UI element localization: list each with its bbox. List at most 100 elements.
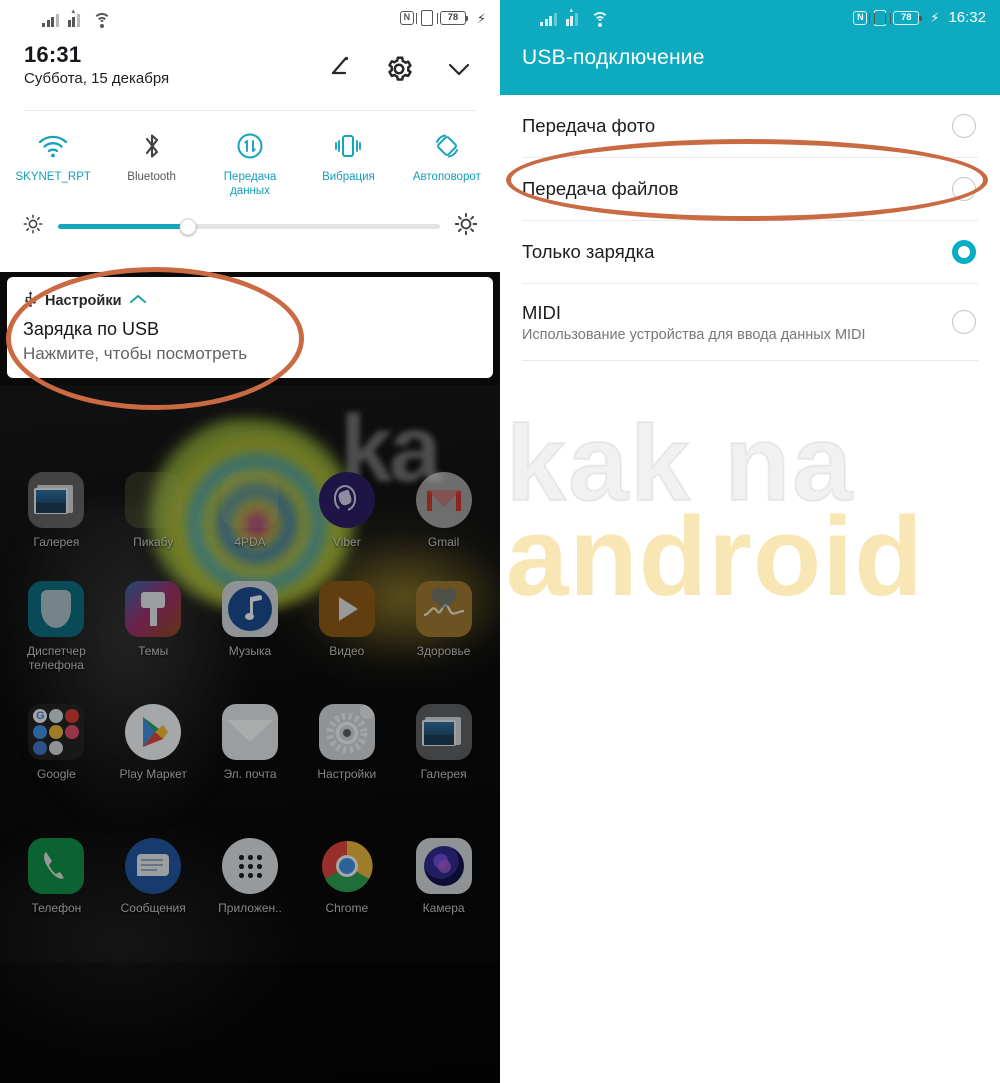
settings-gear-icon bbox=[318, 704, 375, 760]
left-phone-screen: ▴ N 78 ⚡ 16:31 Суббота, 15 декабря SKYNE… bbox=[0, 0, 500, 1083]
app-viber[interactable]: Viber bbox=[298, 472, 395, 549]
quick-tile-label: Вибрация bbox=[322, 171, 375, 183]
usb-option-photo-transfer[interactable]: Передача фото bbox=[500, 95, 1000, 157]
app-label: Телефон bbox=[31, 901, 82, 915]
brightness-slider[interactable] bbox=[58, 218, 440, 235]
chevron-down-icon[interactable] bbox=[444, 54, 474, 84]
wifi-icon bbox=[591, 12, 609, 27]
app-settings[interactable]: Настройки bbox=[298, 704, 395, 781]
app-health[interactable]: Здоровье bbox=[395, 581, 492, 672]
app-gmail[interactable]: Gmail bbox=[395, 472, 492, 549]
gmail-icon bbox=[415, 472, 472, 528]
right-phone-screen: ▴ N 78 ⚡ 16:32 USB-подключение Передача … bbox=[500, 0, 1000, 1083]
app-label: Диспетчер телефона bbox=[8, 644, 105, 672]
site-watermark: kak na android bbox=[500, 400, 1000, 650]
app-gallery-2[interactable]: Галерея bbox=[395, 704, 492, 781]
mobile-data-icon bbox=[201, 127, 299, 165]
app-label: Видео bbox=[329, 644, 365, 658]
quick-tile-label: Автоповорот bbox=[412, 171, 481, 183]
app-label: Gmail bbox=[427, 535, 460, 549]
quick-tile-auto-rotate[interactable]: Автоповорот bbox=[398, 127, 496, 198]
gear-icon[interactable] bbox=[384, 54, 414, 84]
app-music[interactable]: Музыка bbox=[202, 581, 299, 672]
vibrate-icon bbox=[869, 9, 892, 26]
wifi-icon bbox=[4, 127, 102, 165]
app-google-folder[interactable]: G Google bbox=[8, 704, 105, 781]
quick-tile-wifi[interactable]: SKYNET_RPT bbox=[4, 127, 102, 198]
notification-title: Зарядка по USB bbox=[23, 319, 159, 339]
vibrate-icon bbox=[415, 10, 438, 26]
option-texts: MIDI Использование устройства для ввода … bbox=[522, 302, 952, 343]
usb-option-charge-only[interactable]: Только зарядка bbox=[500, 221, 1000, 283]
bluetooth-icon bbox=[102, 127, 200, 165]
gallery-icon bbox=[415, 704, 472, 760]
app-gallery[interactable]: Галерея bbox=[8, 472, 105, 549]
app-phone[interactable]: Телефон bbox=[8, 838, 105, 915]
signal-bars-icon: ▴ bbox=[67, 8, 85, 27]
app-label: Галерея bbox=[33, 535, 80, 549]
app-label: Настройки bbox=[317, 767, 377, 781]
app-label-line1: Диспетчер bbox=[27, 644, 86, 658]
viber-icon bbox=[318, 472, 375, 528]
auto-rotate-icon bbox=[398, 127, 496, 165]
usb-charging-notification[interactable]: Настройки Зарядка по USB Нажмите, чтобы … bbox=[7, 277, 493, 378]
clock-date: Суббота, 15 декабря bbox=[24, 70, 170, 87]
app-email[interactable]: Эл. почта bbox=[202, 704, 299, 781]
app-phone-manager[interactable]: Диспетчер телефона bbox=[8, 581, 105, 672]
brightness-high-icon bbox=[454, 212, 478, 241]
radio-button[interactable] bbox=[952, 310, 976, 334]
shade-header: 16:31 Суббота, 15 декабря bbox=[0, 40, 500, 104]
app-row: Диспетчер телефона Темы Музыка Видео Здо… bbox=[0, 549, 500, 672]
quick-tile-vibration[interactable]: Вибрация bbox=[299, 127, 397, 198]
app-play-store[interactable]: Play Маркет bbox=[105, 704, 202, 781]
radio-button[interactable] bbox=[952, 114, 976, 138]
status-bar-left-icons: ▴ bbox=[514, 7, 609, 27]
dock-background bbox=[0, 963, 500, 1083]
fourpda-icon bbox=[221, 472, 278, 528]
app-label: Эл. почта bbox=[223, 767, 277, 781]
nfc-icon: N bbox=[853, 10, 868, 25]
app-4pda[interactable]: 4PDA bbox=[202, 472, 299, 549]
slider-fill bbox=[58, 224, 188, 229]
app-drawer[interactable]: Приложен.. bbox=[202, 838, 299, 915]
notification-subtitle: Нажмите, чтобы посмотреть bbox=[23, 344, 248, 363]
usb-settings-header: ▴ N 78 ⚡ 16:32 USB-подключение bbox=[500, 0, 1000, 95]
app-label: Приложен.. bbox=[218, 901, 282, 915]
option-label: Только зарядка bbox=[522, 241, 655, 262]
quick-tile-bluetooth[interactable]: Bluetooth bbox=[102, 127, 200, 198]
app-themes[interactable]: Темы bbox=[105, 581, 202, 672]
vibrate-icon bbox=[299, 127, 397, 165]
chrome-icon bbox=[319, 838, 375, 894]
radio-button-selected[interactable] bbox=[952, 240, 976, 264]
notification-area: Настройки Зарядка по USB Нажмите, чтобы … bbox=[0, 272, 500, 385]
messages-icon bbox=[125, 838, 182, 894]
usb-option-midi[interactable]: MIDI Использование устройства для ввода … bbox=[500, 284, 1000, 360]
usb-icon bbox=[23, 289, 38, 312]
slider-knob[interactable] bbox=[179, 218, 197, 235]
status-bar: ▴ N 78 ⚡ 16:32 bbox=[500, 0, 1000, 38]
shade-action-buttons bbox=[324, 54, 474, 84]
option-texts: Передача фото bbox=[522, 115, 952, 137]
radio-button[interactable] bbox=[952, 177, 976, 201]
quick-tile-label: Передача данных bbox=[201, 170, 299, 198]
signal-bars-icon bbox=[42, 13, 59, 27]
app-messages[interactable]: Сообщения bbox=[105, 838, 202, 915]
option-label: Передача фото bbox=[522, 115, 656, 136]
usb-option-file-transfer[interactable]: Передача файлов bbox=[500, 158, 1000, 220]
app-chrome[interactable]: Chrome bbox=[298, 838, 395, 915]
notification-app-row: Настройки bbox=[23, 289, 477, 312]
app-pikabu[interactable]: Пикабу bbox=[105, 472, 202, 549]
quick-tile-label: SKYNET_RPT bbox=[15, 171, 91, 183]
edit-icon[interactable] bbox=[324, 54, 354, 84]
clock-block: 16:31 Суббота, 15 декабря bbox=[24, 42, 324, 87]
chevron-up-icon[interactable] bbox=[129, 292, 147, 310]
brightness-slider-row bbox=[0, 198, 500, 241]
app-camera[interactable]: Камера bbox=[395, 838, 492, 915]
quick-tile-mobile-data[interactable]: Передача данных bbox=[201, 127, 299, 198]
app-video[interactable]: Видео bbox=[298, 581, 395, 672]
clock-time: 16:31 bbox=[24, 42, 82, 67]
wifi-icon bbox=[93, 13, 111, 28]
screenshot-root: ▴ N 78 ⚡ 16:31 Суббота, 15 декабря SKYNE… bbox=[0, 0, 1000, 1083]
app-label: Пикабу bbox=[133, 535, 174, 549]
nfc-icon: N bbox=[399, 11, 414, 25]
